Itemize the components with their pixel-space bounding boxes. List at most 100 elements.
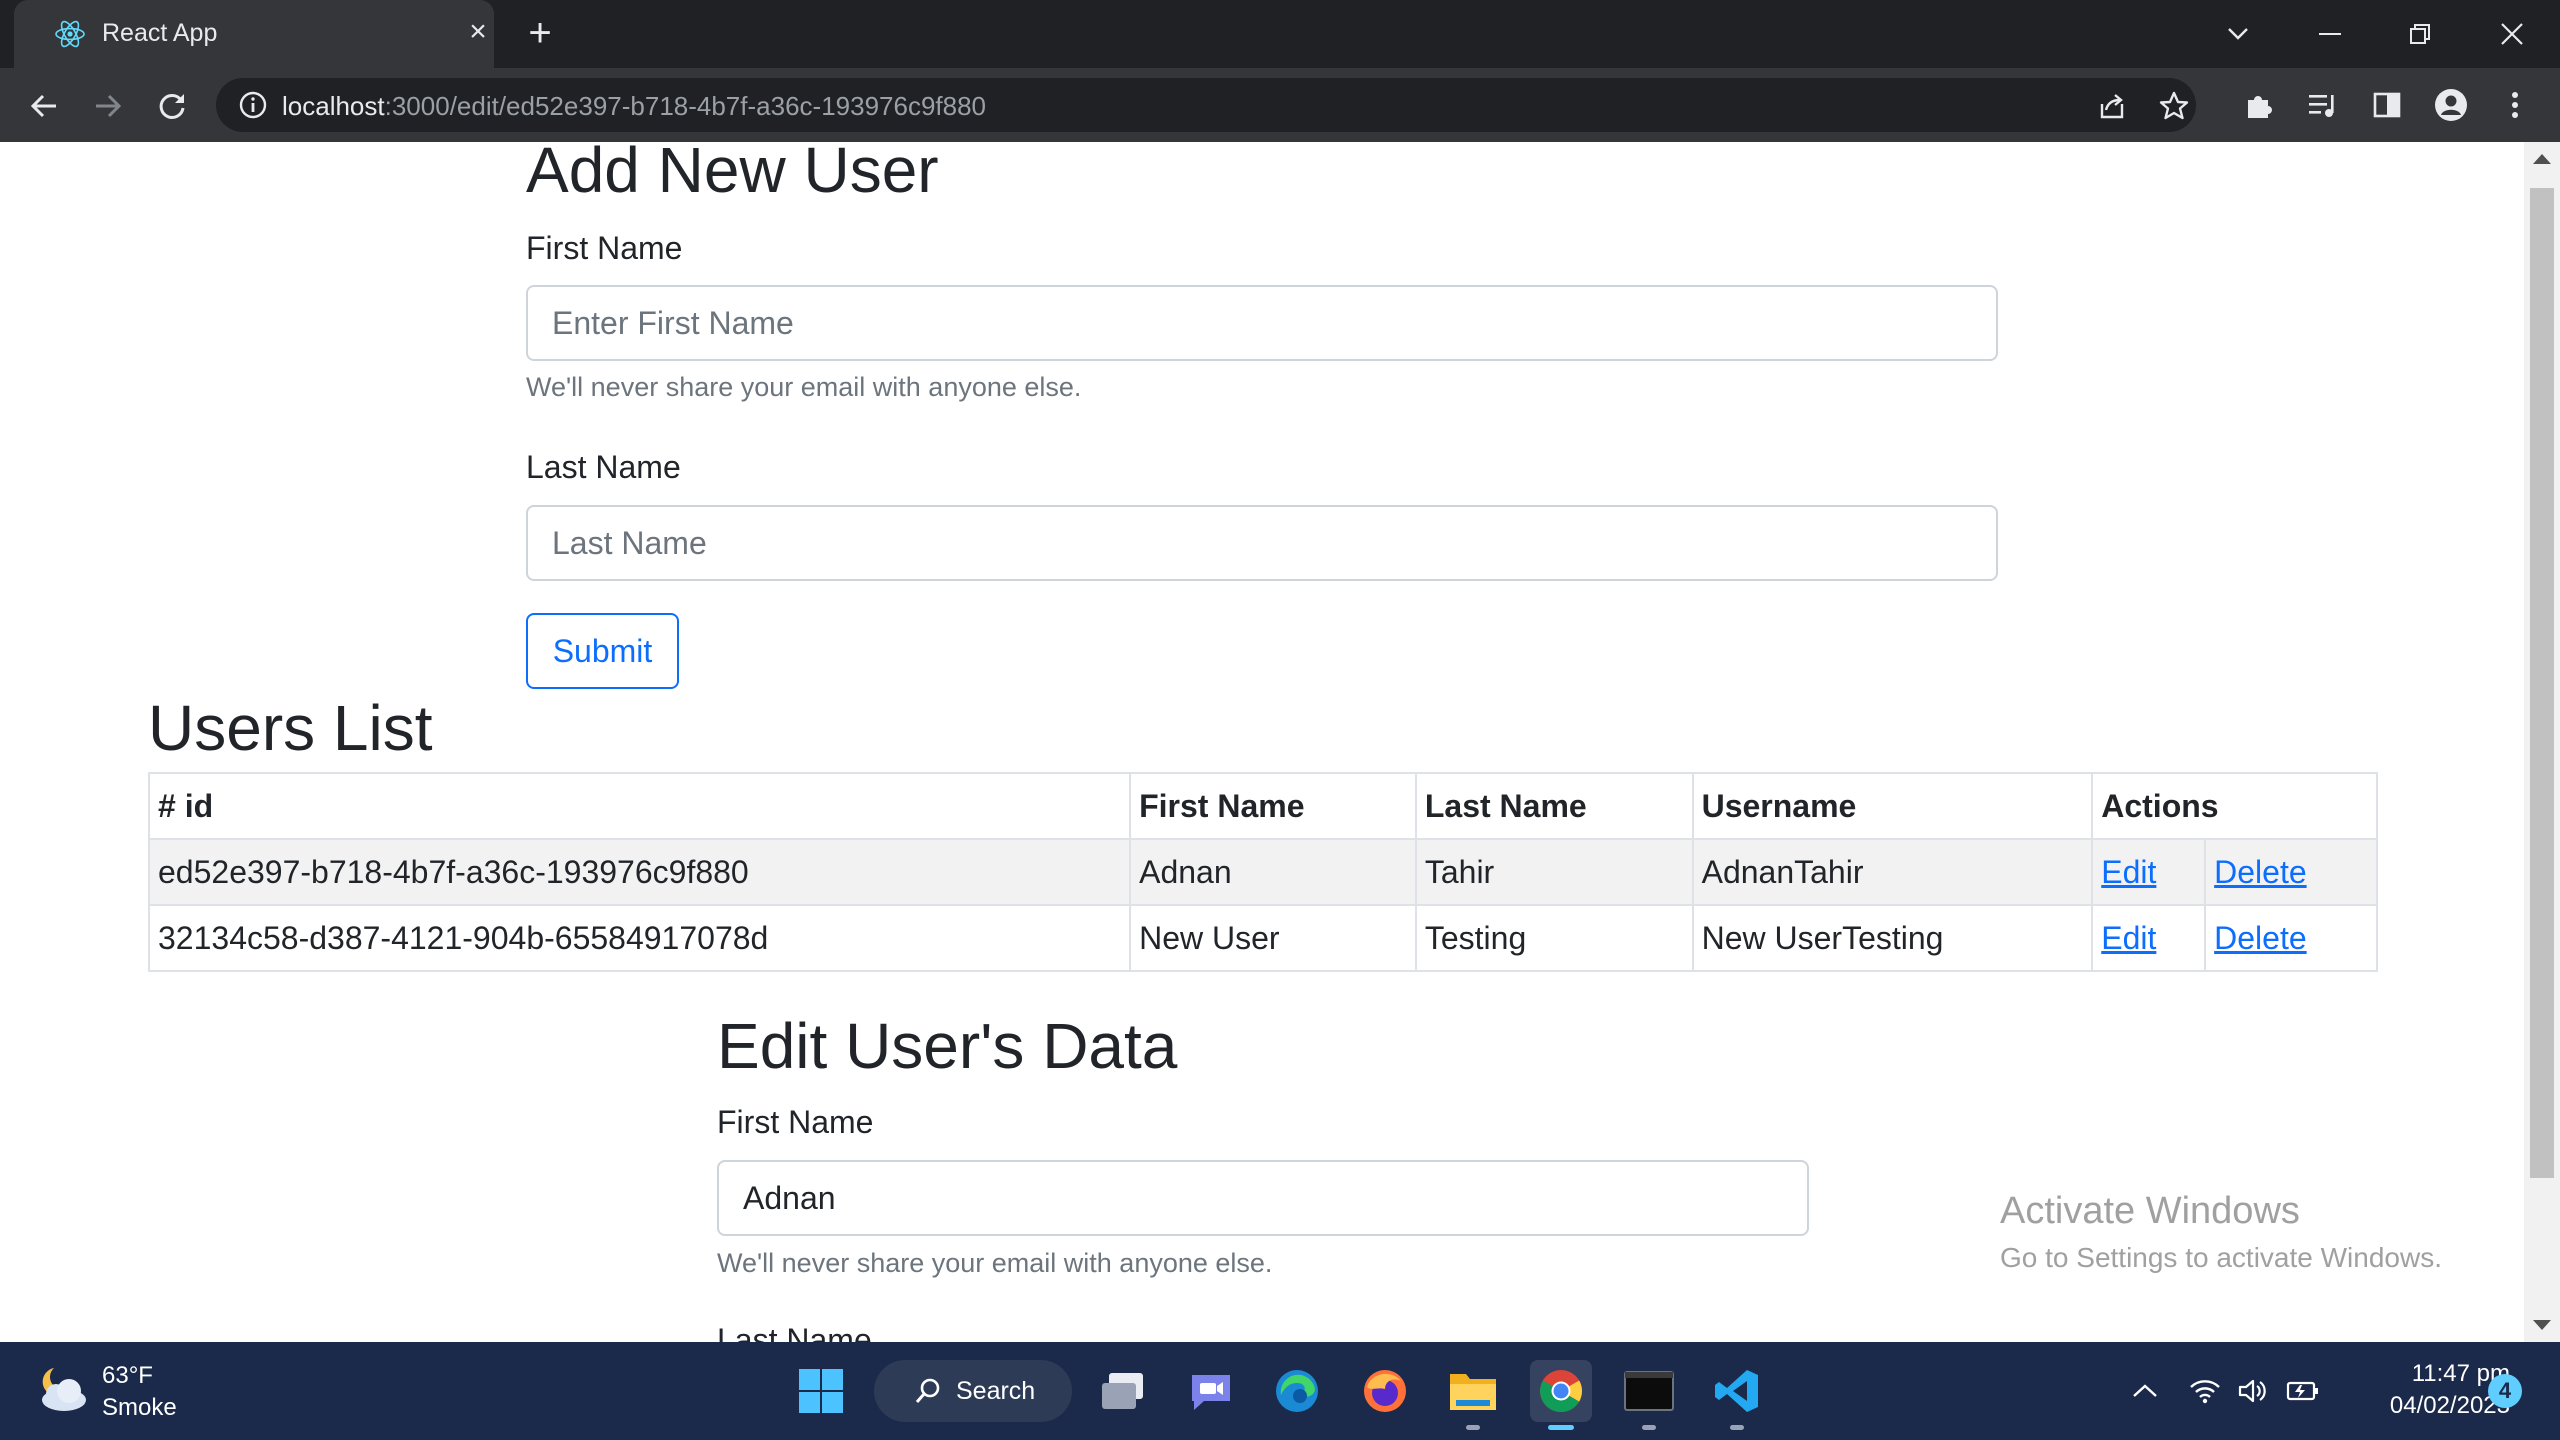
address-bar[interactable]: localhost:3000/edit/ed52e397-b718-4b7f-a…: [216, 78, 2196, 132]
cell-edit: Edit: [2091, 838, 2207, 906]
restore-window-icon[interactable]: [2390, 8, 2450, 60]
browser-tab[interactable]: React App ×: [14, 0, 494, 68]
cell-last-name: Testing: [1414, 904, 1694, 972]
activate-windows-subtitle: Go to Settings to activate Windows.: [2000, 1242, 2442, 1273]
chrome-logo-icon: [1540, 1370, 1583, 1413]
share-icon[interactable]: [2096, 90, 2128, 122]
new-tab-button[interactable]: +: [520, 13, 560, 54]
windows-taskbar: 63°F Smoke Search 11:47 pm 04/02/2023 4: [0, 1342, 2560, 1440]
battery-charging-icon[interactable]: [2286, 1374, 2320, 1408]
terminal-icon: [1624, 1371, 1674, 1411]
scrollbar-thumb[interactable]: [2530, 188, 2554, 1178]
running-indicator: [1466, 1425, 1480, 1430]
column-header-last-name: Last Name: [1414, 772, 1694, 840]
column-header-first-name: First Name: [1129, 772, 1417, 840]
search-label: Search: [956, 1377, 1036, 1405]
cell-id: ed52e397-b718-4b7f-a36c-193976c9f880: [147, 838, 1132, 906]
taskbar-search[interactable]: Search: [874, 1360, 1072, 1422]
users-list-heading: Users List: [148, 692, 433, 764]
weather-temperature: 63°F: [102, 1362, 153, 1389]
edit-link[interactable]: Edit: [2101, 854, 2156, 890]
volume-icon[interactable]: [2236, 1374, 2270, 1408]
delete-link[interactable]: Delete: [2214, 854, 2307, 890]
chrome-button[interactable]: [1530, 1360, 1592, 1430]
cell-edit: Edit: [2091, 904, 2207, 972]
add-first-name-help: We'll never share your email with anyone…: [526, 372, 1082, 402]
extensions-puzzle-icon[interactable]: [2240, 86, 2278, 124]
task-view-icon: [1102, 1373, 1143, 1409]
cell-username: New UserTesting: [1691, 904, 2094, 972]
edit-link[interactable]: Edit: [2101, 920, 2156, 956]
edit-first-name-label: First Name: [717, 1104, 874, 1140]
firefox-button[interactable]: [1354, 1360, 1416, 1422]
weather-description: Smoke: [102, 1394, 177, 1421]
scroll-down-arrow-icon[interactable]: [2533, 1320, 2551, 1330]
browser-toolbar: localhost:3000/edit/ed52e397-b718-4b7f-a…: [0, 68, 2560, 142]
site-info-icon[interactable]: [238, 90, 268, 120]
submit-button[interactable]: Submit: [526, 613, 679, 689]
activate-windows-title: Activate Windows: [2000, 1190, 2300, 1232]
cell-id: 32134c58-d387-4121-904b-65584917078d: [147, 904, 1132, 972]
tab-search-chevron-icon[interactable]: [2208, 8, 2268, 60]
bookmark-star-icon[interactable]: [2158, 90, 2190, 122]
url-text: localhost:3000/edit/ed52e397-b718-4b7f-a…: [282, 91, 987, 121]
firefox-logo-icon: [1364, 1370, 1406, 1412]
browser-tab-bar: React App × +: [0, 0, 2560, 68]
edit-first-name-help: We'll never share your email with anyone…: [717, 1248, 1273, 1278]
users-table: # id First Name Last Name Username Actio…: [147, 772, 2378, 972]
close-window-icon[interactable]: [2482, 8, 2542, 60]
vscode-logo-icon: [1715, 1370, 1758, 1412]
column-header-username: Username: [1691, 772, 2094, 840]
add-last-name-input[interactable]: Last Name: [526, 505, 1998, 581]
add-user-heading: Add New User: [526, 142, 939, 206]
more-menu-icon[interactable]: [2496, 86, 2534, 124]
reading-list-icon[interactable]: [2304, 86, 2342, 124]
wifi-icon[interactable]: [2188, 1374, 2222, 1408]
profile-avatar-icon[interactable]: [2432, 86, 2470, 124]
terminal-button[interactable]: [1618, 1360, 1680, 1430]
edit-first-name-input[interactable]: Adnan: [717, 1160, 1809, 1236]
show-hidden-icons-chevron-icon[interactable]: [2128, 1374, 2162, 1408]
tab-title: React App: [102, 19, 218, 47]
cell-first-name: New User: [1129, 904, 1417, 972]
cell-username: AdnanTahir: [1691, 838, 2094, 906]
start-button[interactable]: [790, 1360, 852, 1422]
clock-time[interactable]: 11:47 pm: [2350, 1360, 2510, 1388]
forward-arrow-icon[interactable]: [86, 84, 130, 128]
back-arrow-icon[interactable]: [22, 84, 66, 128]
close-tab-icon[interactable]: ×: [460, 14, 496, 50]
add-last-name-label: Last Name: [526, 449, 681, 485]
teams-chat-icon: [1192, 1375, 1230, 1410]
reload-icon[interactable]: [150, 84, 194, 128]
edge-logo-icon: [1276, 1370, 1318, 1412]
clock-date[interactable]: 04/02/2023: [2350, 1392, 2510, 1420]
side-panel-icon[interactable]: [2368, 86, 2406, 124]
column-header-id: # id: [147, 772, 1132, 840]
cell-last-name: Tahir: [1414, 838, 1694, 906]
running-indicator: [1548, 1425, 1574, 1430]
search-icon: [915, 1378, 940, 1403]
add-first-name-label: First Name: [526, 230, 683, 266]
running-indicator: [1642, 1425, 1656, 1430]
edge-browser-button[interactable]: [1266, 1360, 1328, 1422]
scroll-up-arrow-icon[interactable]: [2533, 154, 2551, 164]
teams-chat-button[interactable]: [1180, 1360, 1242, 1422]
table-header-row: # id First Name Last Name Username Actio…: [147, 772, 2378, 840]
edit-last-name-label: Last Name: [717, 1322, 872, 1342]
add-first-name-input[interactable]: Enter First Name: [526, 285, 1998, 361]
cell-delete: Delete: [2204, 838, 2378, 906]
file-explorer-button[interactable]: [1442, 1360, 1504, 1430]
windows-logo-icon: [799, 1369, 843, 1413]
cell-delete: Delete: [2204, 904, 2378, 972]
notification-badge[interactable]: 4: [2488, 1374, 2522, 1408]
table-row: ed52e397-b718-4b7f-a36c-193976c9f880 Adn…: [147, 838, 2378, 906]
column-header-actions: Actions: [2091, 772, 2378, 840]
cell-first-name: Adnan: [1129, 838, 1417, 906]
weather-cloudy-moon-icon[interactable]: [34, 1364, 90, 1414]
delete-link[interactable]: Delete: [2214, 920, 2307, 956]
vscode-button[interactable]: [1706, 1360, 1768, 1430]
task-view-button[interactable]: [1092, 1360, 1154, 1422]
minimize-window-icon[interactable]: [2300, 8, 2360, 60]
page-scrollbar[interactable]: [2524, 142, 2560, 1342]
folder-icon: [1450, 1374, 1496, 1410]
